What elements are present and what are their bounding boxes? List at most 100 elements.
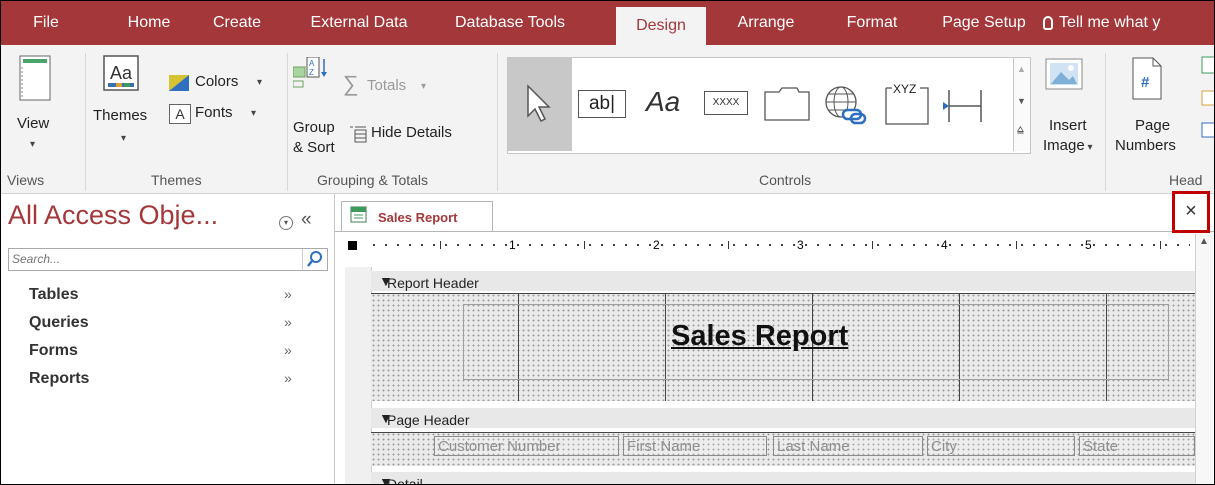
svg-text:Z: Z <box>309 68 314 77</box>
tell-me-text: Tell me what y <box>1059 14 1161 31</box>
report-icon <box>350 206 367 223</box>
tab-file[interactable]: File <box>1 1 91 45</box>
textbox-control[interactable]: ab| <box>574 88 630 122</box>
nav-collapse-icon[interactable]: « <box>301 209 312 231</box>
tab-page-setup[interactable]: Page Setup <box>929 1 1039 45</box>
nav-group-reports[interactable]: Reports <box>29 370 89 388</box>
themes-button[interactable]: Aa Themes ▾ <box>93 55 163 165</box>
group-label-views: Views <box>7 172 45 188</box>
ruler-tick <box>1160 241 1161 249</box>
totals-button[interactable]: ∑ Totals ▾ <box>343 71 463 99</box>
tab-home[interactable]: Home <box>109 1 189 45</box>
search-button[interactable] <box>302 249 327 270</box>
svg-text:XYZ: XYZ <box>893 82 916 96</box>
tab-arrange[interactable]: Arrange <box>721 1 811 45</box>
fonts-label: Fonts <box>195 104 233 121</box>
detail-section-bar[interactable]: ▼ Detail <box>371 472 1195 484</box>
group-label-header-footer: Head <box>1169 172 1203 188</box>
ruler-tick <box>584 241 585 249</box>
scroll-up-icon: ▲ <box>1017 64 1026 74</box>
logo-button-partial[interactable] <box>1196 55 1214 145</box>
tab-control-icon <box>764 87 810 121</box>
nav-group-forms[interactable]: Forms <box>29 342 78 360</box>
view-button[interactable]: View ▾ <box>17 55 67 165</box>
colors-icon <box>169 75 189 91</box>
vertical-scrollbar[interactable]: ▲ <box>1195 234 1213 484</box>
label-control[interactable]: Aa <box>638 86 694 124</box>
tell-me-box[interactable]: Tell me what y <box>1043 1 1160 45</box>
report-selector[interactable] <box>348 241 357 250</box>
nav-group-queries[interactable]: Queries <box>29 314 89 332</box>
nav-group-tables[interactable]: Tables <box>29 286 79 304</box>
group-separator <box>85 53 86 191</box>
fonts-button[interactable]: A Fonts ▾ <box>169 102 279 126</box>
tab-format[interactable]: Format <box>827 1 917 45</box>
ruler-tick <box>440 241 441 249</box>
chevron-double-down-icon[interactable]: » <box>284 342 292 358</box>
ruler-tick <box>728 241 729 249</box>
field-label-first-name[interactable]: First Name <box>623 436 767 456</box>
page-numbers-icon: # <box>1132 57 1162 100</box>
ruler-number: 5 <box>1085 238 1092 252</box>
group-sort-icon: A Z <box>293 57 327 88</box>
view-dropdown-icon: ▾ <box>30 139 36 150</box>
search-icon <box>307 251 322 267</box>
line-control[interactable] <box>941 82 991 128</box>
scroll-up-icon[interactable]: ▲ <box>1199 236 1209 247</box>
field-label-last-name[interactable]: Last Name <box>773 436 923 456</box>
nav-menu-dropdown-icon[interactable]: ▾ <box>279 216 293 230</box>
section-bar-detail: ▼ Detail <box>379 474 423 484</box>
colors-button[interactable]: Colors ▾ <box>169 71 279 95</box>
chart-frame-icon: XYZ <box>885 82 929 125</box>
tab-underline <box>335 231 1214 232</box>
field-label-customer-number[interactable]: Customer Number <box>434 436 619 456</box>
tab-design[interactable]: Design <box>616 7 706 45</box>
hyperlink-control[interactable] <box>821 82 871 128</box>
grid-line <box>371 432 1195 433</box>
themes-icon: Aa <box>103 55 139 91</box>
tab-external-data[interactable]: External Data <box>299 1 419 45</box>
ruler-number: 3 <box>797 238 804 252</box>
tab-control[interactable] <box>763 86 815 124</box>
ruler-number: 1 <box>509 238 516 252</box>
ruler-dots <box>368 244 1190 246</box>
nav-search-input[interactable] <box>9 249 297 268</box>
insert-image-dropdown-icon: ▾ <box>1084 142 1093 153</box>
report-header-section-bar[interactable]: ▼ Report Header <box>371 271 1195 291</box>
document-tab-label: Sales Report <box>378 210 458 225</box>
vertical-ruler <box>345 267 372 484</box>
button-control[interactable]: XXXX <box>704 91 754 117</box>
document-tab-sales-report[interactable]: Sales Report <box>341 201 493 232</box>
page-numbers-button[interactable]: # Page Numbers <box>1113 55 1189 165</box>
report-title-label[interactable]: Sales Report <box>671 320 848 353</box>
ruler-tick <box>872 241 873 249</box>
hide-details-label: Hide Details <box>371 124 452 141</box>
field-label-city[interactable]: City <box>927 436 1075 456</box>
tab-create[interactable]: Create <box>197 1 277 45</box>
themes-dropdown-icon: ▾ <box>121 133 127 144</box>
close-document-button[interactable]: × <box>1172 191 1210 233</box>
label-icon: Aa <box>646 86 681 117</box>
svg-text:A: A <box>309 59 315 68</box>
hide-details-button[interactable]: Hide Details <box>349 123 489 147</box>
header-tools-icons <box>1201 56 1214 138</box>
chevron-double-down-icon[interactable]: » <box>284 314 292 330</box>
chevron-double-down-icon[interactable]: » <box>284 286 292 302</box>
group-sort-label-1: Group <box>293 119 335 136</box>
gallery-scroll[interactable]: ▲ ▼ ⩠ <box>1013 58 1030 151</box>
chart-control[interactable]: XYZ <box>884 80 934 128</box>
report-design-document: Sales Report × 1 2 3 4 5 ▲ ▼ Report Head… <box>335 191 1214 484</box>
field-label-state[interactable]: State <box>1079 436 1195 456</box>
insert-image-button[interactable]: Insert Image ▾ <box>1035 55 1101 165</box>
view-icon <box>19 55 51 101</box>
colors-label: Colors <box>195 73 239 90</box>
nav-pane-title[interactable]: All Access Obje... <box>8 200 218 231</box>
page-header-section-bar[interactable]: ▼ Page Header <box>371 408 1195 428</box>
view-label: View <box>17 115 50 132</box>
chevron-double-down-icon[interactable]: » <box>284 370 292 386</box>
select-control[interactable] <box>508 58 572 151</box>
tab-database-tools[interactable]: Database Tools <box>445 1 575 45</box>
group-sort-button[interactable]: A Z Group & Sort <box>291 55 351 160</box>
group-label-themes: Themes <box>151 172 202 188</box>
ruler-number: 4 <box>941 238 948 252</box>
